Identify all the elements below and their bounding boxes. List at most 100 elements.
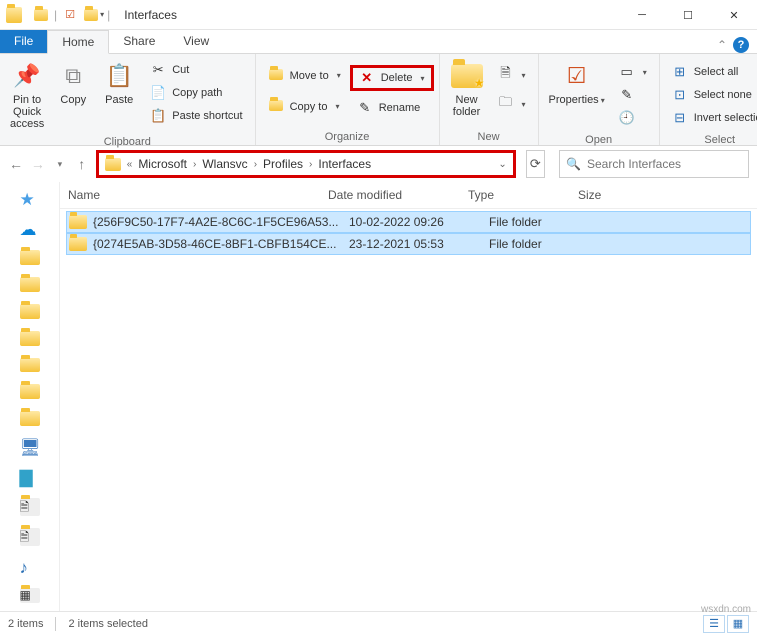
invert-selection-button[interactable]: ⊟Invert selection: [666, 108, 757, 128]
view-tab[interactable]: View: [169, 29, 223, 53]
app-folder-icon: [6, 7, 22, 23]
sidebar-folder-icon[interactable]: 🗎: [20, 498, 40, 516]
copy-path-icon: 📄: [150, 85, 166, 101]
share-tab[interactable]: Share: [109, 29, 169, 53]
window-title: Interfaces: [124, 8, 177, 22]
cut-icon: ✂: [150, 62, 166, 78]
edit-icon: ✎: [619, 87, 635, 103]
breadcrumb-item[interactable]: Interfaces: [318, 157, 371, 171]
file-tab[interactable]: File: [0, 29, 47, 53]
clipboard-group-label: Clipboard: [4, 134, 251, 150]
column-headers[interactable]: Name Date modified Type Size: [60, 182, 757, 209]
organize-group-label: Organize: [260, 129, 435, 145]
qat-separator-2: |: [107, 8, 110, 22]
sidebar-folder-icon[interactable]: [20, 411, 40, 426]
chevron-icon[interactable]: «: [127, 159, 133, 170]
paste-icon: 📋: [106, 60, 133, 92]
navigation-pane[interactable]: ★ ☁ 🖥 ▇ 🗎 🗎 ♪ ▦: [0, 182, 60, 611]
delete-icon: ✕: [359, 70, 375, 86]
this-pc-icon[interactable]: 🖥: [20, 438, 40, 456]
file-name: {256F9C50-17F7-4A2E-8C6C-1F5CE96A53...: [93, 215, 349, 229]
breadcrumb-item[interactable]: Profiles›: [263, 157, 312, 171]
qat-folder-icon[interactable]: [30, 4, 52, 26]
refresh-button[interactable]: ⟳: [526, 150, 545, 178]
copy-to-button[interactable]: Copy to▾: [262, 97, 347, 116]
easy-access-button[interactable]: 🗀▾: [492, 91, 532, 117]
file-name: {0274E5AB-3D58-46CE-8BF1-CBFB154CE...: [93, 237, 349, 251]
maximize-button[interactable]: ☐: [665, 0, 711, 30]
close-button[interactable]: ✕: [711, 0, 757, 30]
file-row[interactable]: {0274E5AB-3D58-46CE-8BF1-CBFB154CE... 23…: [66, 233, 751, 255]
column-size[interactable]: Size: [578, 188, 749, 202]
back-button[interactable]: ←: [8, 152, 24, 176]
file-type: File folder: [489, 237, 599, 251]
sidebar-folder-icon[interactable]: [20, 304, 40, 319]
rename-icon: ✎: [357, 100, 373, 116]
move-to-button[interactable]: Move to▾: [262, 66, 347, 85]
sidebar-folder-icon[interactable]: [20, 331, 40, 346]
properties-button[interactable]: ☑ Properties▾: [543, 56, 611, 110]
file-type: File folder: [489, 215, 599, 229]
folder-icon: [69, 215, 87, 229]
paste-shortcut-icon: 📋: [150, 108, 166, 124]
up-button[interactable]: ↑: [74, 152, 90, 176]
open-button[interactable]: ▭▾: [613, 62, 653, 82]
sidebar-folder-icon[interactable]: [20, 358, 40, 373]
new-item-button[interactable]: 🗎▾: [492, 62, 532, 88]
sidebar-folder-icon[interactable]: ▦: [20, 588, 40, 603]
copy-button[interactable]: ⧉ Copy: [50, 56, 96, 110]
qat-separator: |: [54, 8, 57, 22]
paste-button[interactable]: 📋 Paste: [96, 56, 142, 110]
details-view-button[interactable]: ☰: [703, 615, 725, 633]
delete-button[interactable]: ✕Delete▾: [351, 66, 433, 90]
qat-dropdown-icon[interactable]: ▾: [83, 4, 105, 26]
quick-access-icon[interactable]: ★: [20, 190, 40, 208]
move-to-icon: [268, 68, 284, 83]
onedrive-icon[interactable]: ☁: [20, 220, 40, 238]
paste-shortcut-button[interactable]: 📋Paste shortcut: [144, 106, 248, 126]
minimize-button[interactable]: ─: [619, 0, 665, 30]
help-icon[interactable]: ?: [733, 37, 749, 53]
collapse-ribbon-icon[interactable]: ⌃: [717, 38, 727, 52]
easy-access-icon: 🗀: [498, 93, 514, 115]
pin-quick-access-button[interactable]: 📌 Pin to Quick access: [4, 56, 50, 134]
recent-dropdown[interactable]: ▾: [52, 152, 68, 176]
sidebar-folder-icon[interactable]: [20, 384, 40, 399]
address-folder-icon: [105, 158, 121, 171]
sidebar-folder-icon[interactable]: 🗎: [20, 528, 40, 546]
address-dropdown-icon[interactable]: ⌄: [498, 159, 506, 170]
sidebar-folder-icon[interactable]: [20, 250, 40, 265]
open-icon: ▭: [619, 64, 635, 80]
music-icon[interactable]: ♪: [20, 558, 40, 576]
column-date[interactable]: Date modified: [328, 188, 468, 202]
file-date: 10-02-2022 09:26: [349, 215, 489, 229]
breadcrumb-item[interactable]: Microsoft›: [138, 157, 196, 171]
copy-path-button[interactable]: 📄Copy path: [144, 83, 248, 103]
history-button[interactable]: 🕘: [613, 108, 653, 128]
address-bar[interactable]: « Microsoft› Wlansvc› Profiles› Interfac…: [96, 150, 516, 178]
status-separator: [55, 617, 56, 631]
select-none-icon: ⊡: [672, 87, 688, 103]
column-name[interactable]: Name: [68, 188, 328, 202]
file-row[interactable]: {256F9C50-17F7-4A2E-8C6C-1F5CE96A53... 1…: [66, 211, 751, 233]
search-input[interactable]: [587, 157, 742, 171]
rename-button[interactable]: ✎Rename: [351, 98, 433, 118]
cut-button[interactable]: ✂Cut: [144, 60, 248, 80]
folder-icon: [69, 237, 87, 251]
sidebar-folder-icon[interactable]: [20, 277, 40, 292]
breadcrumb-item[interactable]: Wlansvc›: [202, 157, 257, 171]
qat-check-icon[interactable]: ☑: [59, 4, 81, 26]
new-folder-button[interactable]: New folder: [444, 56, 490, 122]
forward-button[interactable]: →: [30, 152, 46, 176]
thumbnail-view-button[interactable]: ▦: [727, 615, 749, 633]
drive-icon[interactable]: ▇: [20, 468, 40, 486]
search-box[interactable]: 🔍: [559, 150, 749, 178]
column-type[interactable]: Type: [468, 188, 578, 202]
edit-button[interactable]: ✎: [613, 85, 653, 105]
select-group-label: Select: [664, 132, 757, 148]
select-all-icon: ⊞: [672, 64, 688, 80]
select-none-button[interactable]: ⊡Select none: [666, 85, 757, 105]
select-all-button[interactable]: ⊞Select all: [666, 62, 757, 82]
file-date: 23-12-2021 05:53: [349, 237, 489, 251]
home-tab[interactable]: Home: [47, 30, 109, 54]
